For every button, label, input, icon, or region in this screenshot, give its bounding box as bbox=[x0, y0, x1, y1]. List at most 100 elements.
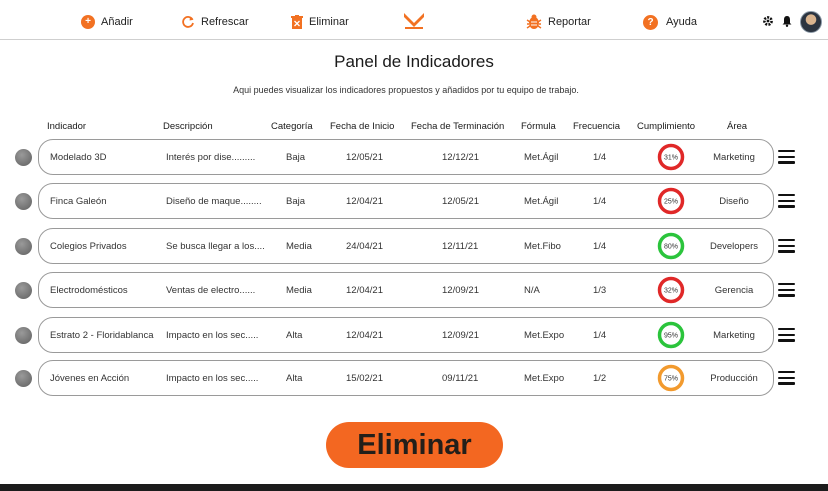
table-row[interactable]: Finca Galeón Diseño de maque........ Baj… bbox=[0, 183, 828, 219]
add-button[interactable]: + Añadir bbox=[81, 12, 133, 32]
report-label: Reportar bbox=[548, 16, 591, 28]
delete-toolbar-button[interactable]: Eliminar bbox=[291, 12, 349, 32]
row-menu-icon[interactable] bbox=[778, 371, 795, 385]
header-indicador: Indicador bbox=[47, 121, 87, 132]
cell-area: Producción bbox=[710, 373, 758, 384]
cell-fecha-inicio: 12/04/21 bbox=[346, 196, 383, 207]
cell-indicador: Colegios Privados bbox=[50, 241, 127, 252]
bug-icon bbox=[526, 14, 542, 30]
header-cumplimiento: Cumplimiento bbox=[637, 121, 696, 132]
cell-frecuencia: 1/4 bbox=[593, 241, 607, 252]
cell-fecha-terminacion: 12/09/21 bbox=[442, 330, 479, 341]
cumplimiento-gauge: 95% bbox=[657, 321, 685, 349]
refresh-icon bbox=[181, 15, 195, 29]
report-button[interactable]: Reportar bbox=[526, 12, 591, 32]
cell-indicador: Electrodomésticos bbox=[50, 285, 128, 296]
cell-indicador: Estrato 2 - Floridablanca bbox=[50, 330, 154, 341]
gauge-value: 32% bbox=[664, 288, 678, 295]
row-select-radio[interactable] bbox=[15, 193, 32, 210]
row-select-radio[interactable] bbox=[15, 327, 32, 344]
table-row[interactable]: Jóvenes en Acción Impacto en los sec....… bbox=[0, 360, 828, 396]
table-row[interactable]: Colegios Privados Se busca llegar a los.… bbox=[0, 228, 828, 264]
cell-formula: Met.Expo bbox=[524, 373, 565, 384]
delete-toolbar-label: Eliminar bbox=[309, 16, 349, 28]
notification-bell-icon[interactable] bbox=[781, 14, 793, 32]
cell-formula: Met.Expo bbox=[524, 330, 565, 341]
refresh-button[interactable]: Refrescar bbox=[181, 12, 249, 32]
header-fecha-terminacion: Fecha de Terminación bbox=[411, 121, 505, 132]
cell-formula: Met.Fibo bbox=[524, 241, 561, 252]
header-fecha-inicio: Fecha de Inicio bbox=[330, 121, 395, 132]
help-button[interactable]: ? Ayuda bbox=[643, 12, 697, 32]
row-select-radio[interactable] bbox=[15, 238, 32, 255]
cumplimiento-gauge: 32% bbox=[657, 276, 685, 304]
cell-area: Developers bbox=[709, 241, 759, 252]
row-menu-icon[interactable] bbox=[778, 239, 795, 253]
gauge-value: 80% bbox=[664, 244, 678, 251]
page-title: Panel de Indicadores bbox=[334, 52, 494, 71]
cell-fecha-inicio: 12/04/21 bbox=[346, 330, 383, 341]
cumplimiento-gauge: 25% bbox=[657, 187, 685, 215]
cell-descripcion: Impacto en los sec..... bbox=[166, 330, 259, 341]
header-formula: Fórmula bbox=[521, 121, 556, 132]
cell-categoria: Media bbox=[286, 241, 312, 252]
gear-icon[interactable] bbox=[762, 14, 774, 32]
row-menu-icon[interactable] bbox=[778, 328, 795, 342]
header-descripcion: Descripción bbox=[163, 121, 213, 132]
delete-button[interactable]: Eliminar bbox=[326, 422, 503, 468]
cell-fecha-inicio: 24/04/21 bbox=[346, 241, 383, 252]
cell-fecha-inicio: 12/04/21 bbox=[346, 285, 383, 296]
refresh-label: Refrescar bbox=[201, 16, 249, 28]
cell-descripcion: Diseño de maque........ bbox=[166, 196, 262, 207]
cumplimiento-gauge: 75% bbox=[657, 364, 685, 392]
row-select-radio[interactable] bbox=[15, 149, 32, 166]
help-icon: ? bbox=[643, 14, 658, 30]
cell-area: Marketing bbox=[713, 330, 755, 341]
gauge-value: 95% bbox=[664, 333, 678, 340]
cell-frecuencia: 1/4 bbox=[593, 330, 607, 341]
cell-fecha-terminacion: 12/12/21 bbox=[442, 152, 479, 163]
cell-categoria: Baja bbox=[286, 152, 306, 163]
cell-categoria: Baja bbox=[286, 196, 306, 207]
cell-frecuencia: 1/4 bbox=[593, 152, 607, 163]
cell-categoria: Alta bbox=[286, 330, 303, 341]
cell-descripcion: Impacto en los sec..... bbox=[166, 373, 259, 384]
cell-indicador: Modelado 3D bbox=[50, 152, 107, 163]
cell-area: Diseño bbox=[719, 196, 749, 207]
help-label: Ayuda bbox=[666, 16, 697, 28]
cell-descripcion: Interés por dise......... bbox=[166, 152, 256, 163]
brand-logo bbox=[403, 12, 425, 35]
row-menu-icon[interactable] bbox=[778, 194, 795, 208]
cell-formula: Met.Ágil bbox=[524, 152, 559, 163]
cell-categoria: Media bbox=[286, 285, 312, 296]
table-row[interactable]: Modelado 3D Interés por dise......... Ba… bbox=[0, 139, 828, 175]
cell-indicador: Finca Galeón bbox=[50, 196, 107, 207]
cell-descripcion: Ventas de electro...... bbox=[166, 285, 256, 296]
cell-fecha-terminacion: 12/09/21 bbox=[442, 285, 479, 296]
row-select-radio[interactable] bbox=[15, 370, 32, 387]
row-select-radio[interactable] bbox=[15, 282, 32, 299]
cell-frecuencia: 1/3 bbox=[593, 285, 607, 296]
gauge-value: 75% bbox=[664, 376, 678, 383]
row-menu-icon[interactable] bbox=[778, 150, 795, 164]
cell-categoria: Alta bbox=[286, 373, 303, 384]
page-subtitle: Aqui puedes visualizar los indicadores p… bbox=[233, 85, 579, 95]
header-area: Área bbox=[727, 121, 748, 132]
cell-fecha-inicio: 12/05/21 bbox=[346, 152, 383, 163]
table-row[interactable]: Estrato 2 - Floridablanca Impacto en los… bbox=[0, 317, 828, 353]
header-frecuencia: Frecuencia bbox=[573, 121, 620, 132]
header-categoria: Categoría bbox=[271, 121, 313, 132]
app-window: + Añadir Refrescar Eliminar Reportar ? A… bbox=[0, 0, 828, 484]
cell-fecha-terminacion: 12/11/21 bbox=[442, 241, 479, 252]
cell-area: Marketing bbox=[713, 152, 755, 163]
row-menu-icon[interactable] bbox=[778, 283, 795, 297]
cell-formula: Met.Ágil bbox=[524, 196, 559, 207]
user-avatar[interactable] bbox=[800, 11, 822, 33]
cell-fecha-terminacion: 12/05/21 bbox=[442, 196, 479, 207]
table-row[interactable]: Electrodomésticos Ventas de electro.....… bbox=[0, 272, 828, 308]
trash-icon bbox=[291, 15, 303, 29]
add-label: Añadir bbox=[101, 16, 133, 28]
cell-fecha-terminacion: 09/11/21 bbox=[442, 373, 479, 384]
plus-icon: + bbox=[81, 15, 95, 29]
gauge-value: 25% bbox=[664, 199, 678, 206]
